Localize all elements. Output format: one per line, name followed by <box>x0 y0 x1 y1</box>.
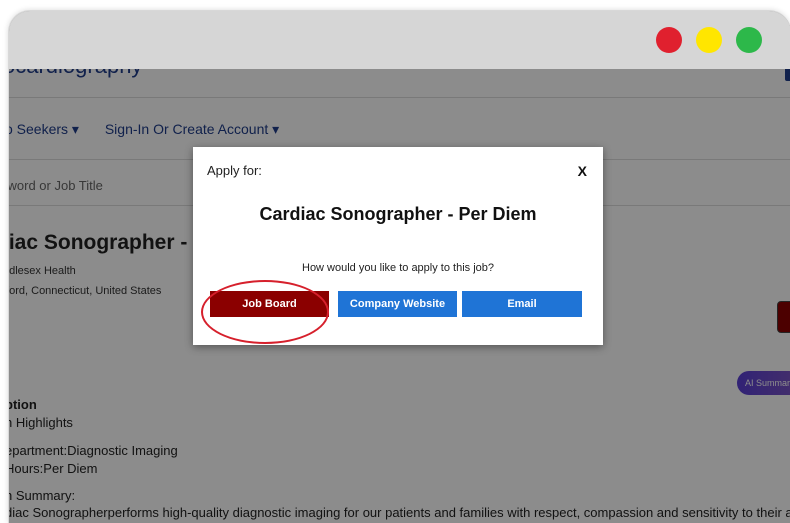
modal-question: How would you like to apply to this job? <box>302 262 494 274</box>
email-button[interactable]: Email <box>462 291 582 317</box>
browser-window: ocardiography o Seekers ▾ Sign-In Or Cre… <box>8 10 790 523</box>
highlight-circle-annotation <box>201 280 329 344</box>
modal-job-title: Cardiac Sonographer - Per Diem <box>259 204 537 224</box>
zoom-window-icon[interactable] <box>736 27 762 53</box>
job-page: ocardiography o Seekers ▾ Sign-In Or Cre… <box>9 11 790 523</box>
window-titlebar <box>9 11 790 69</box>
modal-header: Apply for: <box>207 163 262 178</box>
close-window-icon[interactable] <box>656 27 682 53</box>
company-website-button[interactable]: Company Website <box>338 291 457 317</box>
close-icon[interactable]: X <box>578 163 587 179</box>
minimize-window-icon[interactable] <box>696 27 722 53</box>
